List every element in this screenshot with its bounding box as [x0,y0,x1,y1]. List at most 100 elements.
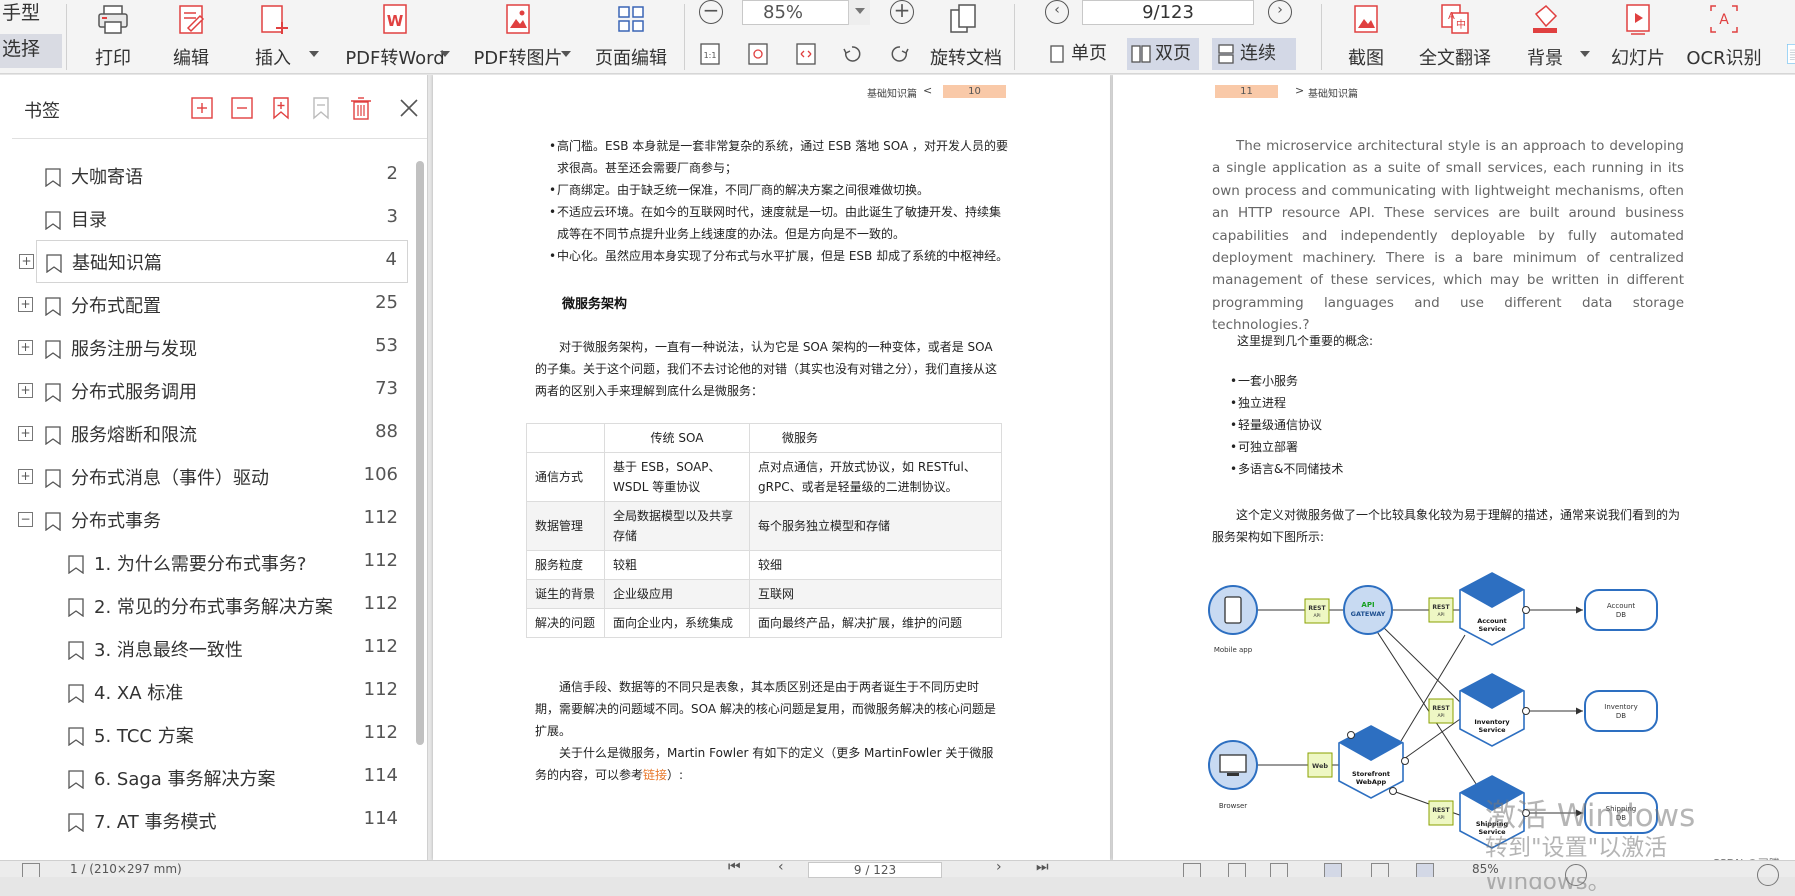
next-page-button[interactable]: › [1268,0,1292,24]
zoom-in-button[interactable]: + [890,0,914,24]
single-page-view-button[interactable]: 单页 [1043,38,1115,70]
view-icon[interactable] [1371,863,1389,877]
svg-text:W: W [387,12,404,30]
table-cell: 每个服务独立模型和存储 [749,501,1002,551]
tool-mode-group: 手型 选择 [0,0,62,74]
bookmark-item[interactable]: 4. XA 标准 112 [0,671,410,714]
reference-link[interactable]: 链接 [643,768,667,782]
expand-icon[interactable]: + [18,426,33,441]
bookmark-item[interactable]: 1. 为什么需要分布式事务? 112 [0,542,410,585]
status-page-input[interactable]: 9 ∕ 123 [808,862,942,878]
expand-icon[interactable]: + [18,297,33,312]
account-text: Account [1477,617,1507,625]
bookmark-item[interactable]: 2. 常见的分布式事务解决方案 112 [0,585,410,628]
bookmark-item[interactable]: + 分布式消息（事件）驱动 106 [0,456,410,499]
bookmark-label: 分布式配置 [71,296,161,317]
bookmark-item[interactable]: + 分布式配置 25 [0,284,410,327]
ocr-button[interactable]: A OCR识别 [1686,0,1762,74]
table-cell: 面向企业内，系统集成 [604,608,750,638]
page-number-input[interactable]: 9/123 [1082,0,1254,25]
background-caret[interactable] [1580,51,1590,57]
insert-dropdown-caret[interactable] [309,51,319,57]
collapse-bookmark-icon[interactable] [229,95,255,121]
overflow-button[interactable]: 📄 [1784,0,1795,74]
document-view[interactable]: 基础知识篇 < 10 高门槛。ESB 本身就是一套非常复杂的系统，通过 ESB … [429,75,1795,860]
table-row: 数据管理 全局数据模型以及共享存储 每个服务独立模型和存储 [526,501,1002,551]
rest-text: REST [1432,807,1450,814]
add-bookmark-icon[interactable] [189,95,215,121]
print-button[interactable]: 打印 [88,0,138,74]
rotate-right-icon[interactable] [889,42,911,66]
bookmark-add-icon[interactable] [268,95,294,121]
bookmark-item[interactable]: + 基础知识篇 4 [19,240,408,283]
sidebar-scrollbar[interactable] [416,161,424,745]
next-page-status-button[interactable]: › [996,859,1002,875]
edit-button[interactable]: 编辑 [166,0,216,74]
bookmark-item[interactable]: 7. AT 事务模式 114 [0,800,410,843]
zoom-dropdown-icon[interactable] [848,0,870,25]
insert-button[interactable]: 插入 [246,0,300,74]
bookmark-icon [68,598,84,617]
expand-icon[interactable]: + [18,383,33,398]
delete-icon[interactable] [348,95,374,121]
hand-tool[interactable]: 手型 [0,0,62,32]
page-thumb-icon[interactable] [22,863,40,877]
bookmark-item[interactable]: 3. 消息最终一致性 112 [0,628,410,671]
rotate-doc-button[interactable]: 旋转文档 [926,0,1006,74]
page-number-badge: 10 [943,85,1006,98]
page-edit-button[interactable]: 页面编辑 [590,0,672,74]
bookmark-disabled-icon[interactable] [308,95,334,121]
fit-width-icon[interactable] [795,42,817,66]
translate-button[interactable]: A中 全文翻译 [1414,0,1496,74]
double-page-view-button[interactable]: 双页 [1127,38,1199,70]
expand-icon[interactable]: + [18,340,33,355]
table-cell: 点对点通信，开放式协议，如 RESTful、gRPC、或者是轻量级的二进制协议。 [749,452,1002,502]
continuous-view-button[interactable]: 连续 [1212,38,1296,70]
rotate-left-icon[interactable] [841,42,863,66]
expand-icon[interactable]: + [18,469,33,484]
view-icon[interactable] [1183,863,1201,877]
pdf-to-word-caret[interactable] [440,51,450,57]
screenshot-button[interactable]: 截图 [1340,0,1392,74]
view-icon[interactable] [1324,863,1342,877]
bookmark-item[interactable]: + 服务熔断和限流 88 [0,413,410,456]
table-row: 通信方式 基于 ESB，SOAP、WSDL 等重协议 点对点通信，开放式协议，如… [526,452,1002,502]
pdf-to-image-caret[interactable] [561,51,571,57]
bookmark-item[interactable]: 大咖寄语 2 [0,155,410,198]
expand-icon[interactable]: + [19,254,34,269]
status-bar: 1 ∕ (210×297 mm) ⏮ ‹ 9 ∕ 123 › ⏭ 85% [0,859,1795,886]
collapse-icon[interactable]: − [18,512,33,527]
view-icon[interactable] [1270,863,1288,877]
paragraph: 通信手段、数据等的不同只是表象，其本质区别还是由于两者诞生于不同历史时期，需要解… [535,680,996,738]
view-icon[interactable] [1228,863,1246,877]
bookmark-item[interactable]: 5. TCC 方案 112 [0,714,410,757]
actual-size-icon[interactable]: 1:1 [699,42,721,66]
pdf-to-image-button[interactable]: PDF转图片 [468,0,568,74]
last-page-button[interactable]: ⏭ [1036,859,1049,875]
prev-page-button[interactable]: ‹ [1045,0,1069,24]
view-icon[interactable] [1416,863,1434,877]
concept-item: 轻量级通信协议 [1230,414,1343,436]
prev-page-status-button[interactable]: ‹ [778,859,784,875]
zoom-out-status-icon[interactable] [1565,864,1587,886]
bookmark-item[interactable]: − 分布式事务 112 [0,499,410,542]
account-db-text: Account [1607,602,1636,610]
bookmark-label: 分布式服务调用 [71,382,197,403]
fit-page-icon[interactable] [747,42,769,66]
first-page-button[interactable]: ⏮ [728,859,741,875]
bookmark-item[interactable]: + 服务注册与发现 53 [0,327,410,370]
mobile-app-label: Mobile app [1214,646,1253,654]
zoom-in-status-icon[interactable] [1757,864,1779,886]
select-tool[interactable]: 选择 [0,34,62,68]
ocr-icon: A [1710,5,1738,33]
zoom-out-button[interactable]: − [699,0,723,24]
background-button[interactable]: 背景 [1520,0,1570,74]
pdf-to-word-button[interactable]: W PDF转Word [336,0,454,74]
bookmark-page-number: 25 [375,292,398,313]
header-arrow: > [1295,84,1305,97]
close-icon[interactable] [396,95,422,121]
bookmark-item[interactable]: 目录 3 [0,198,410,241]
bookmark-item[interactable]: + 分布式服务调用 73 [0,370,410,413]
slideshow-button[interactable]: 幻灯片 [1610,0,1666,74]
bookmark-item[interactable]: 6. Saga 事务解决方案 114 [0,757,410,800]
